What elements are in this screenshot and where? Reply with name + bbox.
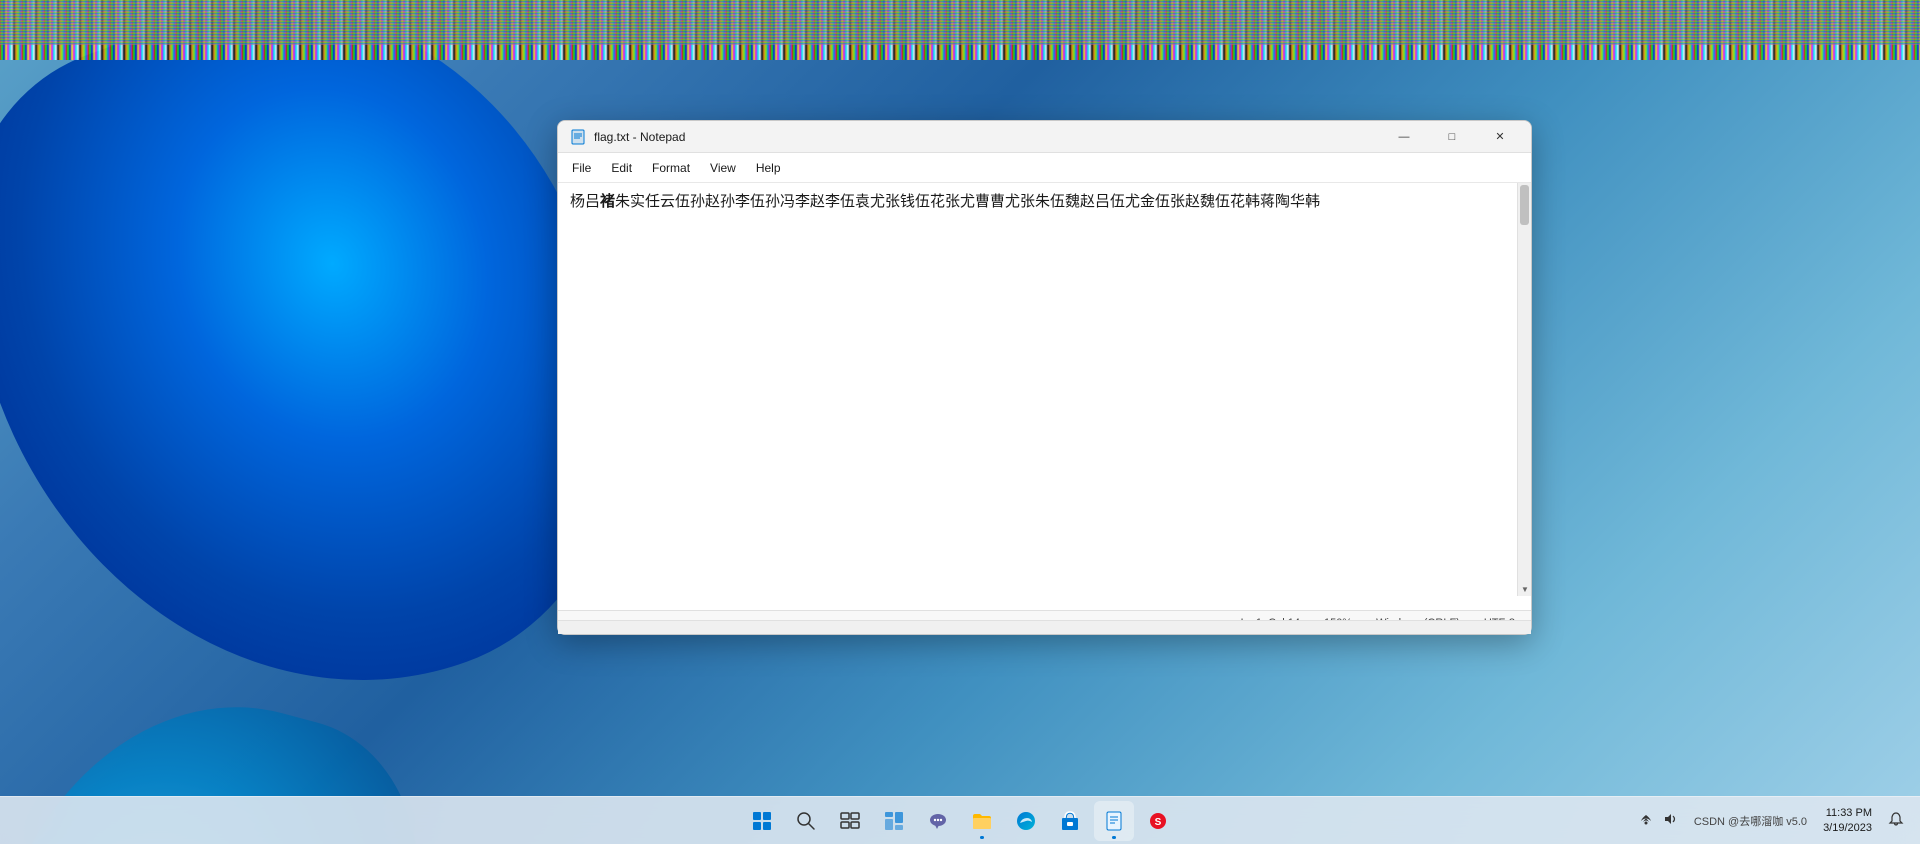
vertical-scrollbar[interactable]: ▲ ▼	[1517, 183, 1531, 596]
app10-button[interactable]: S	[1138, 801, 1178, 841]
file-explorer-button[interactable]	[962, 801, 1002, 841]
titlebar-left: flag.txt - Notepad	[570, 129, 685, 145]
menubar: File Edit Format View Help	[558, 153, 1531, 183]
edge-button[interactable]	[1006, 801, 1046, 841]
chat-button[interactable]	[918, 801, 958, 841]
window-title: flag.txt - Notepad	[594, 130, 685, 144]
text-normal-start: 杨吕	[570, 193, 600, 210]
taskbar-right: CSDN @去哪溜咖 v5.0 11:33 PM 3/19/2023	[1638, 806, 1904, 835]
maximize-button[interactable]: □	[1429, 121, 1475, 153]
notepad-content-area[interactable]: 杨吕褚朱实任云伍孙赵孙李伍孙冯李赵李伍袁尤张钱伍花张尤曹曹尤张朱伍魏赵吕伍尤金伍…	[558, 183, 1531, 610]
search-button[interactable]	[786, 801, 826, 841]
taskbar-center: S	[742, 801, 1178, 841]
scroll-thumb-vertical[interactable]	[1520, 185, 1529, 225]
notepad-window: flag.txt - Notepad — □ ✕ File Edit Forma…	[557, 120, 1532, 635]
text-normal-rest: 朱实任云伍孙赵孙李伍孙冯李赵李伍袁尤张钱伍花张尤曹曹尤张朱伍魏赵吕伍尤金伍张赵魏…	[615, 193, 1320, 210]
menu-format[interactable]: Format	[642, 157, 700, 179]
horizontal-scrollbar[interactable]	[558, 620, 1531, 634]
task-view-button[interactable]	[830, 801, 870, 841]
notepad-app-icon	[570, 129, 586, 145]
file-explorer-active-indicator	[980, 836, 984, 839]
svg-text:S: S	[1155, 817, 1162, 828]
notepad-taskbar-button[interactable]	[1094, 801, 1134, 841]
taskbar: S CSDN @去哪溜咖 v5.0 11:33 PM	[0, 796, 1920, 844]
menu-help[interactable]: Help	[746, 157, 791, 179]
date: 3/19/2023	[1823, 821, 1872, 835]
menu-edit[interactable]: Edit	[601, 157, 642, 179]
screen-glitch-top2	[0, 0, 1920, 45]
network-icon[interactable]	[1638, 811, 1654, 830]
start-button[interactable]	[742, 801, 782, 841]
close-button[interactable]: ✕	[1477, 121, 1523, 153]
notepad-text-content: 杨吕褚朱实任云伍孙赵孙李伍孙冯李赵李伍袁尤张钱伍花张尤曹曹尤张朱伍魏赵吕伍尤金伍…	[570, 191, 1519, 214]
minimize-button[interactable]: —	[1381, 121, 1427, 153]
clock[interactable]: 11:33 PM 3/19/2023	[1823, 806, 1872, 835]
volume-icon[interactable]	[1662, 811, 1678, 830]
menu-file[interactable]: File	[562, 157, 601, 179]
window-controls: — □ ✕	[1381, 121, 1523, 153]
scroll-down-button[interactable]: ▼	[1518, 582, 1531, 596]
notification-button[interactable]	[1888, 811, 1904, 830]
text-bold-char: 褚	[600, 193, 615, 210]
widgets-button[interactable]	[874, 801, 914, 841]
window-titlebar: flag.txt - Notepad — □ ✕	[558, 121, 1531, 153]
system-tray	[1638, 811, 1678, 830]
notepad-active-indicator	[1112, 836, 1116, 839]
csdn-watermark: CSDN @去哪溜咖 v5.0	[1694, 813, 1807, 829]
menu-view[interactable]: View	[700, 157, 746, 179]
store-button[interactable]	[1050, 801, 1090, 841]
time: 11:33 PM	[1823, 806, 1872, 820]
